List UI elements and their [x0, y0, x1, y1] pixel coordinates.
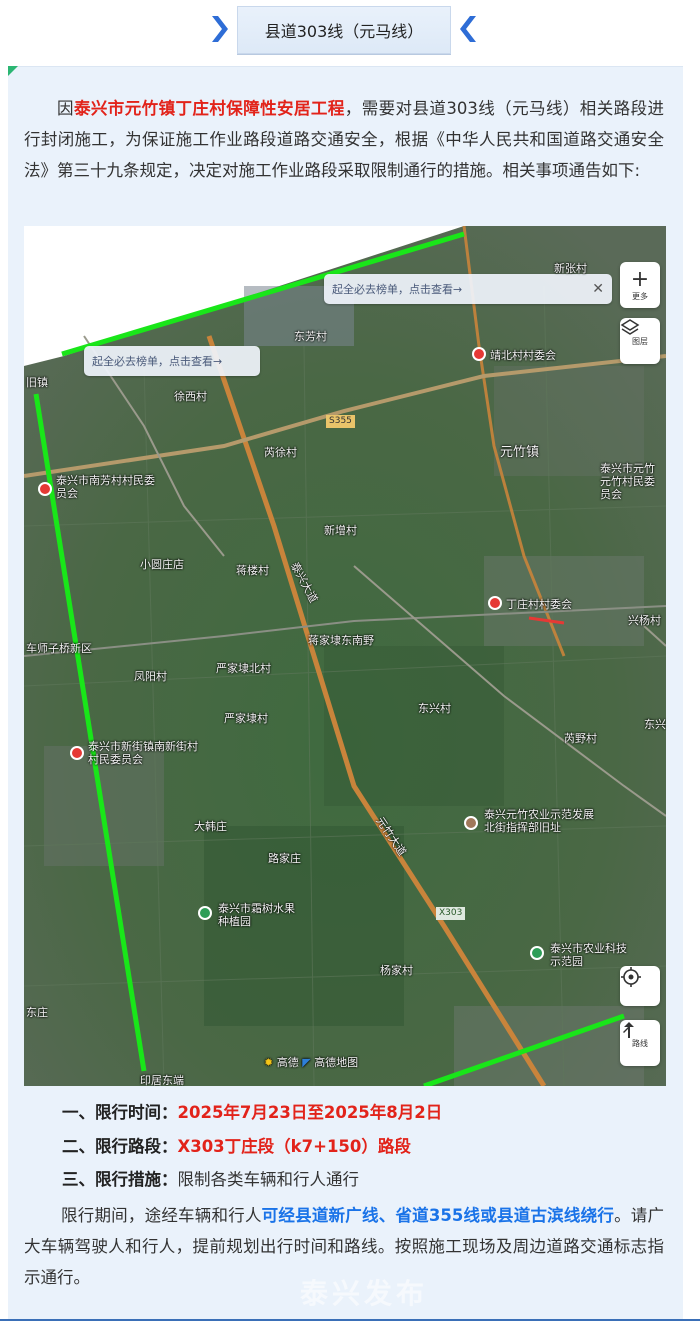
item-label: 二、限行路段：: [62, 1137, 178, 1156]
map-label: 泰兴市新街镇南新街村村民委员会: [88, 740, 198, 766]
poi-park[interactable]: [530, 946, 544, 960]
banner-text: 起全必去榜单，点击查看→: [92, 355, 223, 368]
map-label: 新张村: [554, 262, 587, 275]
item-label: 三、限行措施：: [62, 1170, 178, 1189]
more-label: 更多: [632, 291, 648, 301]
layers-button[interactable]: 图层: [620, 318, 660, 364]
map-label: 凤阳村: [134, 670, 167, 683]
banner-text: 起全必去榜单，点击查看→: [332, 283, 463, 296]
item-label: 一、限行时间：: [62, 1103, 178, 1122]
close-icon[interactable]: ✕: [592, 281, 604, 297]
map-label: 新增村: [324, 524, 357, 537]
ranking-banner-top[interactable]: 起全必去榜单，点击查看→ ✕: [324, 274, 612, 304]
section-title: 县道303线（元马线）: [237, 6, 451, 54]
map-label: 芮野村: [564, 732, 597, 745]
locate-button[interactable]: [620, 966, 660, 1006]
route-button[interactable]: 路线: [620, 1020, 660, 1066]
restriction-section: 二、限行路段：X303丁庄段（k7+150）路段: [62, 1135, 411, 1159]
map-label: 蒋楼村: [236, 564, 269, 577]
sun-icon: ✹: [264, 1056, 274, 1069]
map-label: 元竹镇: [500, 445, 540, 460]
chevron-right-icon: [212, 16, 228, 42]
restriction-measures: 三、限行措施：限制各类车辆和行人通行: [62, 1168, 359, 1192]
detour-routes: 可经县道新广线、省道355线或县道古滨线绕行: [261, 1206, 615, 1225]
locate-icon: [621, 967, 641, 987]
map-label: 靖北村村委会: [490, 349, 556, 362]
intro-prefix: 因: [57, 99, 74, 118]
restriction-time: 一、限行时间：2025年7月23日至2025年8月2日: [62, 1101, 442, 1125]
map-label: 泰兴市霜树水果种植园: [218, 902, 295, 928]
layers-label: 图层: [632, 336, 648, 346]
map-label: 东兴村: [644, 718, 666, 731]
poi-pin[interactable]: [70, 746, 84, 760]
map-label: 路家庄: [268, 852, 301, 865]
map-label: 兴杨村: [628, 614, 661, 627]
road-shield-x303: X303: [436, 907, 466, 920]
poi-pin[interactable]: [472, 347, 486, 361]
map-label: 芮徐村: [264, 446, 297, 459]
send-icon: ◤: [302, 1056, 311, 1069]
satellite-map[interactable]: S355 X303 泰兴大道 元竹大道 起全必去榜单，点击查看→ ✕ 起全必去榜…: [24, 226, 666, 1086]
map-label: 严家埭北村: [216, 662, 271, 675]
map-label: 泰兴市农业科技示范园: [550, 942, 627, 968]
map-label: 小圆庄店: [140, 558, 184, 571]
map-label: 泰兴元竹农业示范发展北街指挥部旧址: [484, 808, 594, 834]
poi-park[interactable]: [198, 906, 212, 920]
map-label: 蒋家埭东南野: [308, 634, 374, 647]
watermark-logo: 泰兴发布: [300, 1277, 429, 1310]
map-label: 泰兴市元竹元竹村民委员会: [600, 462, 655, 501]
chevron-left-icon: [460, 16, 476, 42]
map-label: 东庄: [26, 1006, 48, 1019]
closing-prefix: 限行期间，途经车辆和行人: [61, 1206, 262, 1225]
poi-pin[interactable]: [38, 482, 52, 496]
map-label: 车师子桥新区: [26, 642, 92, 655]
ranking-banner-left[interactable]: 起全必去榜单，点击查看→: [84, 346, 260, 376]
project-name: 泰兴市元竹镇丁庄村保障性安居工程: [73, 99, 345, 118]
map-label: 大韩庄: [194, 820, 227, 833]
map-label: 严家埭村: [224, 712, 268, 725]
map-label: 东芳村: [294, 330, 327, 343]
item-value: 2025年7月23日至2025年8月2日: [177, 1103, 443, 1122]
zoom-in-button[interactable]: + 更多: [620, 262, 660, 308]
map-label: 泰兴市南芳村村民委员会: [56, 474, 155, 500]
corner-accent: [8, 66, 18, 76]
header: 县道303线（元马线）: [0, 0, 700, 70]
brand-gaode: ✹ 高德 ◤ 高德地图: [264, 1056, 358, 1069]
map-label: 丁庄村村委会: [506, 598, 572, 611]
brand-text-1: 高德: [276, 1056, 299, 1069]
footer-divider: [0, 1319, 700, 1321]
plus-icon: +: [630, 266, 650, 292]
map-label: 东兴村: [418, 702, 451, 715]
map-label: 印居东端: [140, 1074, 184, 1086]
layers-icon: [620, 319, 640, 335]
map-label: 杨家村: [380, 964, 413, 977]
item-value: X303丁庄段（k7+150）路段: [177, 1137, 411, 1156]
poi-school[interactable]: [464, 816, 478, 830]
poi-pin[interactable]: [488, 596, 502, 610]
item-value: 限制各类车辆和行人通行: [177, 1170, 360, 1189]
route-arrow-icon: [623, 1022, 634, 1038]
road-shield-s355: S355: [326, 415, 355, 428]
brand-text-2: 高德地图: [314, 1056, 359, 1069]
map-label: 旧镇: [26, 376, 48, 389]
map-label: 徐西村: [174, 390, 207, 403]
intro-paragraph: 因泰兴市元竹镇丁庄村保障性安居工程，需要对县道303线（元马线）相关路段进行封闭…: [24, 93, 664, 186]
